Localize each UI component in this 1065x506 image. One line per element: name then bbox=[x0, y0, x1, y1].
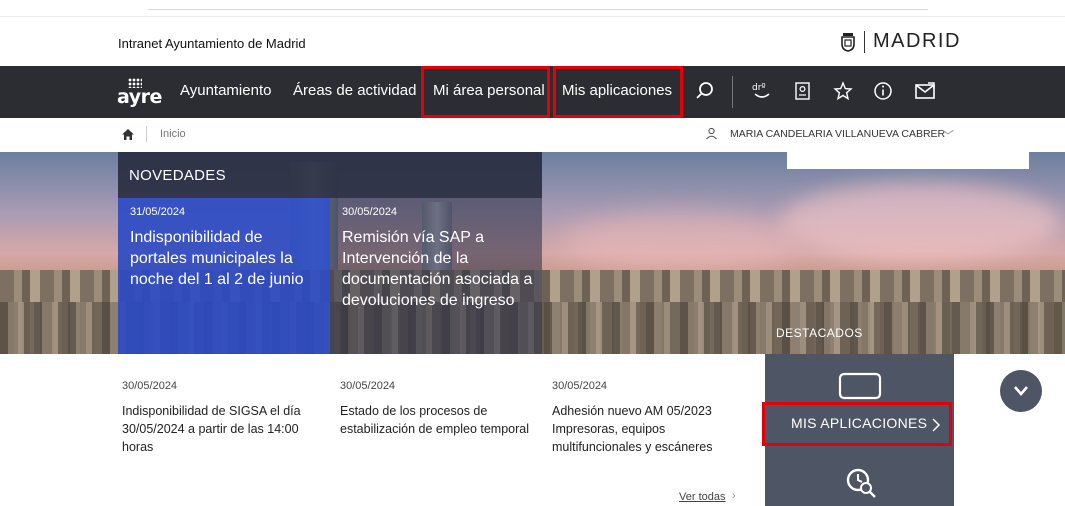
novedades-item[interactable]: 31/05/2024 Indisponibilidad de portales … bbox=[130, 206, 320, 290]
breadcrumb: Inicio MARIA CANDELARIA VILLANUEVA CABRE… bbox=[0, 118, 1065, 152]
novedades-heading: NOVEDADES bbox=[129, 167, 226, 184]
breadcrumb-separator bbox=[146, 126, 147, 142]
hero-cloud bbox=[780, 182, 1060, 262]
scroll-down-button[interactable] bbox=[1000, 370, 1042, 412]
mis-aplicaciones-button[interactable]: MIS APLICACIONES bbox=[762, 402, 952, 446]
news-title[interactable]: Indisponibilidad de SIGSA el día 30/05/2… bbox=[122, 402, 332, 456]
breadcrumb-home[interactable]: Inicio bbox=[160, 128, 186, 140]
ayre-brand: ayre bbox=[117, 86, 162, 108]
user-icon bbox=[706, 127, 717, 140]
news-item[interactable]: 30/05/2024 Indisponibilidad de SIGSA el … bbox=[122, 380, 332, 456]
novedades-item[interactable]: 30/05/2024 Remisión vía SAP a Intervenci… bbox=[342, 206, 538, 311]
mail-icon[interactable] bbox=[914, 80, 936, 102]
star-icon[interactable] bbox=[832, 80, 854, 102]
nav-areas-actividad[interactable]: Áreas de actividad bbox=[293, 82, 416, 99]
news-title[interactable]: Adhesión nuevo AM 05/2023 Impresoras, eq… bbox=[552, 402, 742, 456]
news-date: 30/05/2024 bbox=[552, 380, 608, 392]
novedades-title[interactable]: Indisponibilidad de portales municipales… bbox=[130, 227, 320, 290]
ayre-logo[interactable]: ayre bbox=[117, 78, 162, 110]
novedades-date: 31/05/2024 bbox=[130, 206, 186, 218]
highlight-mi-area-personal bbox=[421, 66, 550, 118]
top-divider bbox=[148, 9, 928, 10]
news-title[interactable]: Estado de los procesos de estabilización… bbox=[340, 402, 550, 438]
badge-icon[interactable] bbox=[792, 80, 814, 102]
madrid-logo[interactable]: MADRID bbox=[840, 30, 961, 53]
svg-text:drº: drº bbox=[752, 83, 766, 93]
news-date: 30/05/2024 bbox=[340, 380, 396, 392]
user-dropdown-panel bbox=[787, 152, 1029, 169]
hero-cloud bbox=[560, 212, 800, 272]
logo-separator bbox=[864, 30, 865, 53]
user-name[interactable]: MARIA CANDELARIA VILLANUEVA CABRER bbox=[730, 128, 945, 140]
info-icon[interactable] bbox=[872, 80, 894, 102]
novedades-title[interactable]: Remisión vía SAP a Intervención de la do… bbox=[342, 227, 538, 311]
highlight-mis-aplicaciones bbox=[553, 66, 683, 118]
crest-icon bbox=[841, 32, 855, 52]
nav-ayuntamiento[interactable]: Ayuntamiento bbox=[180, 82, 271, 99]
header-divider bbox=[0, 16, 1065, 17]
ver-todas-link[interactable]: Ver todas bbox=[679, 491, 725, 503]
logo-text: MADRID bbox=[873, 30, 961, 52]
nav-divider bbox=[732, 76, 733, 108]
news-item[interactable]: 30/05/2024 Adhesión nuevo AM 05/2023 Imp… bbox=[552, 380, 742, 456]
search-icon[interactable] bbox=[694, 80, 716, 102]
novedades-date: 30/05/2024 bbox=[342, 206, 398, 218]
mis-aplicaciones-label: MIS APLICACIONES bbox=[791, 415, 928, 431]
search-clock-icon[interactable] bbox=[844, 466, 878, 500]
chevron-right-icon bbox=[932, 418, 941, 432]
destacados-label: DESTACADOS bbox=[776, 326, 863, 340]
chevron-down-icon[interactable]: ﹀ bbox=[942, 127, 954, 144]
news-date: 30/05/2024 bbox=[122, 380, 178, 392]
novedades-panel: NOVEDADES 31/05/2024 Indisponibilidad de… bbox=[118, 152, 542, 354]
ayre-drop-icon[interactable]: drº bbox=[751, 80, 773, 102]
novedades-header: NOVEDADES bbox=[118, 152, 542, 198]
home-icon[interactable] bbox=[121, 128, 135, 141]
site-title: Intranet Ayuntamiento de Madrid bbox=[118, 36, 306, 51]
monitor-icon[interactable] bbox=[837, 372, 883, 406]
chevron-down-icon bbox=[1014, 386, 1028, 396]
chevron-right-icon: › bbox=[732, 490, 736, 502]
news-item[interactable]: 30/05/2024 Estado de los procesos de est… bbox=[340, 380, 550, 438]
